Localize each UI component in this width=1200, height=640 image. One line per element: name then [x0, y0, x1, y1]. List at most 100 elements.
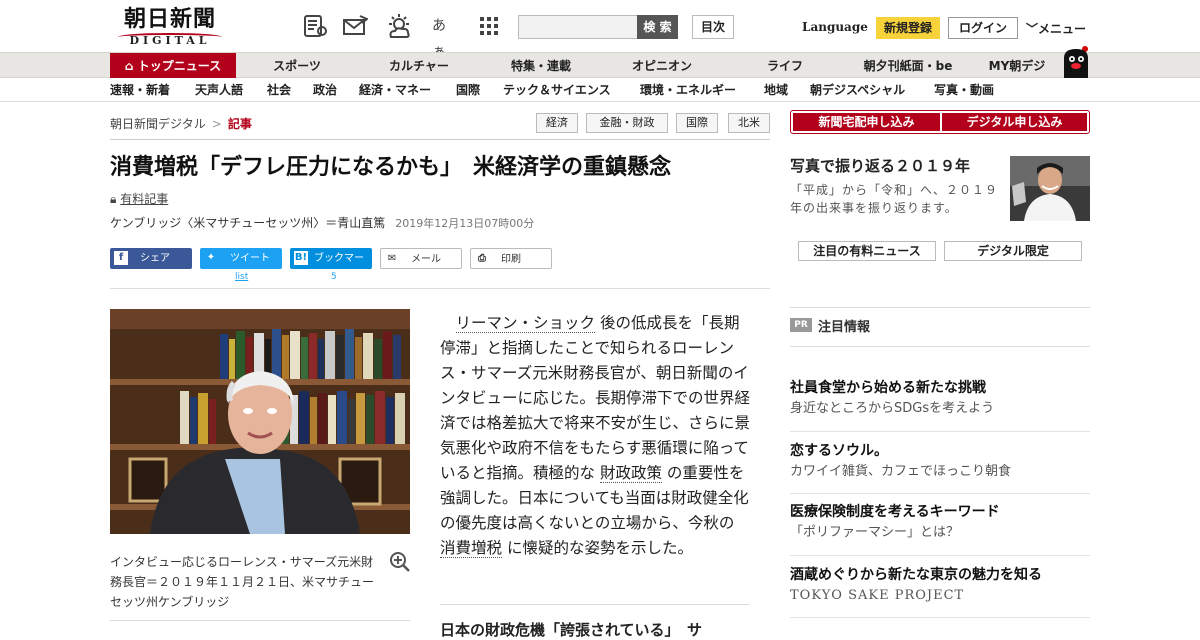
bookmark-count[interactable]: 5 — [331, 272, 337, 282]
font-size-icon[interactable]: あぁ — [432, 13, 458, 60]
nav2-politics[interactable]: 政治 — [313, 78, 337, 102]
mascot-icon[interactable] — [1060, 44, 1092, 78]
pr-item-subtitle: 身近なところからSDGsを考えよう — [790, 401, 995, 416]
pr-item-title: 恋するソウル。 — [790, 443, 888, 459]
feature-title[interactable]: 写真で振り返る２０１９年 — [790, 155, 970, 176]
nav-opinion[interactable]: オピニオン — [616, 53, 708, 79]
tweet-button[interactable]: ✦ ツイート — [200, 248, 282, 269]
subscribe-box: 新聞宅配申し込み デジタル申し込み — [790, 110, 1090, 134]
divider — [110, 139, 770, 140]
pr-item-subtitle: カワイイ雑貨、カフェでほっこり朝食 — [790, 464, 1012, 479]
hatena-bookmark-button[interactable]: B! ブックマーク — [290, 248, 372, 285]
tweet-list-link[interactable]: list — [235, 272, 248, 282]
pr-item[interactable]: 酒蔵めぐりから新たな東京の魅力を知る TOKYO SAKE PROJECT — [790, 565, 1090, 607]
divider — [790, 346, 1090, 347]
lock-icon: 🔒︎ — [110, 192, 117, 206]
chevron-down-icon: ﹀ — [1026, 22, 1039, 36]
nav2-tech[interactable]: テック＆サイエンス — [503, 78, 611, 102]
pr-item-title: 社員食堂から始める新たな挑戦 — [790, 380, 986, 396]
home-icon: ⌂ — [124, 59, 134, 73]
nav-culture[interactable]: カルチャー — [372, 53, 466, 79]
nav-features[interactable]: 特集・連載 — [496, 53, 586, 79]
keyword-link[interactable]: リーマン・ショック — [455, 314, 596, 333]
register-button[interactable]: 新規登録 — [876, 17, 940, 39]
keyword-link[interactable]: 財政政策 — [599, 464, 662, 483]
tag-north-america[interactable]: 北米 — [728, 113, 770, 133]
article-photo[interactable] — [110, 309, 410, 534]
publish-date: 2019年12月13日07時00分 — [395, 217, 535, 230]
paid-news-button[interactable]: 注目の有料ニュース — [798, 241, 936, 261]
breadcrumb: 朝日新聞デジタル > 記事 — [110, 115, 252, 132]
subscribe-digital-button[interactable]: デジタル申し込み — [942, 113, 1087, 131]
print-label: 印刷 — [501, 254, 521, 265]
nav-label: トップニュース — [137, 59, 222, 73]
nav2-tenseijingo[interactable]: 天声人語 — [195, 78, 243, 102]
language-link[interactable]: Language — [802, 20, 868, 34]
pr-item[interactable]: 医療保険制度を考えるキーワード 「ポリファーマシー」とは？ — [790, 502, 1090, 544]
nav2-latest[interactable]: 速報・新着 — [110, 78, 170, 102]
body-text: に懐疑的な姿勢を示した。 — [506, 539, 693, 557]
pr-badge: PR — [790, 318, 812, 332]
print-button[interactable]: ⎙ 印刷 — [470, 248, 552, 269]
facebook-share-button[interactable]: f シェア — [110, 248, 192, 269]
keyword-link[interactable]: 消費増税 — [440, 539, 503, 558]
divider — [790, 493, 1090, 494]
divider — [790, 555, 1090, 556]
paid-label-text[interactable]: 有料記事 — [120, 192, 168, 206]
tag-world[interactable]: 国際 — [676, 113, 718, 133]
login-button[interactable]: ログイン — [948, 17, 1018, 39]
envelope-icon: ✉ — [387, 253, 397, 264]
tag-economy[interactable]: 経済 — [536, 113, 578, 133]
tag-finance[interactable]: 金融・財政 — [586, 113, 668, 133]
mail-label: メール — [411, 254, 441, 265]
nav2-special[interactable]: 朝デジスペシャル — [810, 78, 905, 102]
mail-icon[interactable] — [342, 13, 369, 39]
divider — [440, 604, 750, 605]
byline: ケンブリッジ〈米マサチューセッツ州〉＝青山直篤 2019年12月13日07時00分 — [110, 214, 534, 231]
divider — [110, 288, 770, 289]
pr-item[interactable]: 恋するソウル。 カワイイ雑貨、カフェでほっこり朝食 — [790, 441, 1090, 483]
nav-papers[interactable]: 朝夕刊紙面・be — [852, 53, 964, 79]
body-text: 後の低成長を「長期停滞」と指摘したことで知られるローレンス・サマーズ元米財務長官… — [440, 314, 751, 482]
weather-icon[interactable] — [386, 13, 412, 39]
share-label: シェア — [140, 253, 170, 264]
subscribe-paper-button[interactable]: 新聞宅配申し込み — [793, 113, 940, 131]
nav2-world[interactable]: 国際 — [456, 78, 480, 102]
nav2-society[interactable]: 社会 — [267, 78, 291, 102]
breadcrumb-current: 記事 — [227, 117, 252, 131]
asahi-logo[interactable]: 朝日新聞 DIGITAL — [112, 6, 228, 48]
paper-icon[interactable] — [302, 13, 328, 39]
divider — [790, 431, 1090, 432]
hatena-icon: B! — [294, 251, 308, 265]
grid-icon[interactable] — [476, 13, 502, 39]
nav-my[interactable]: MY朝デジ — [980, 53, 1054, 79]
twitter-icon: ✦ — [206, 252, 216, 263]
pr-item[interactable]: 社員食堂から始める新たな挑戦 身近なところからSDGsを考えよう — [790, 378, 1090, 420]
menu-button[interactable]: ﹀メニュー — [1026, 20, 1086, 37]
mail-share-button[interactable]: ✉ メール — [380, 248, 462, 269]
nav-life[interactable]: ライフ — [752, 53, 818, 79]
feature-thumbnail[interactable] — [1010, 156, 1090, 221]
primary-nav: ⌂ トップニュース スポーツ カルチャー 特集・連載 オピニオン ライフ 朝夕刊… — [0, 52, 1200, 79]
divider — [110, 620, 410, 621]
nav-top-news[interactable]: ⌂ トップニュース — [110, 53, 236, 79]
facebook-icon: f — [114, 251, 128, 265]
pr-item-title: 酒蔵めぐりから新たな東京の魅力を知る — [790, 567, 1042, 583]
logo-subtitle: DIGITAL — [129, 34, 211, 47]
search-input[interactable] — [518, 15, 638, 39]
nav2-economy[interactable]: 経済・マネー — [359, 78, 431, 102]
zoom-icon[interactable] — [389, 551, 411, 573]
tweet-label: ツイート — [230, 253, 270, 264]
menu-label: メニュー — [1038, 22, 1087, 36]
nav-sports[interactable]: スポーツ — [256, 53, 338, 79]
nav2-photo[interactable]: 写真・動画 — [934, 78, 994, 102]
printer-icon: ⎙ — [478, 253, 486, 264]
breadcrumb-home[interactable]: 朝日新聞デジタル — [110, 117, 206, 131]
search-button[interactable]: 検 索 — [637, 15, 678, 39]
logo-title: 朝日新聞 — [123, 6, 216, 32]
nav2-region[interactable]: 地域 — [764, 78, 788, 102]
digital-only-button[interactable]: デジタル限定 — [944, 241, 1082, 261]
pr-section-title: 注目情報 — [818, 320, 871, 335]
toc-button[interactable]: 目次 — [692, 15, 734, 39]
nav2-environment[interactable]: 環境・エネルギー — [640, 78, 736, 102]
